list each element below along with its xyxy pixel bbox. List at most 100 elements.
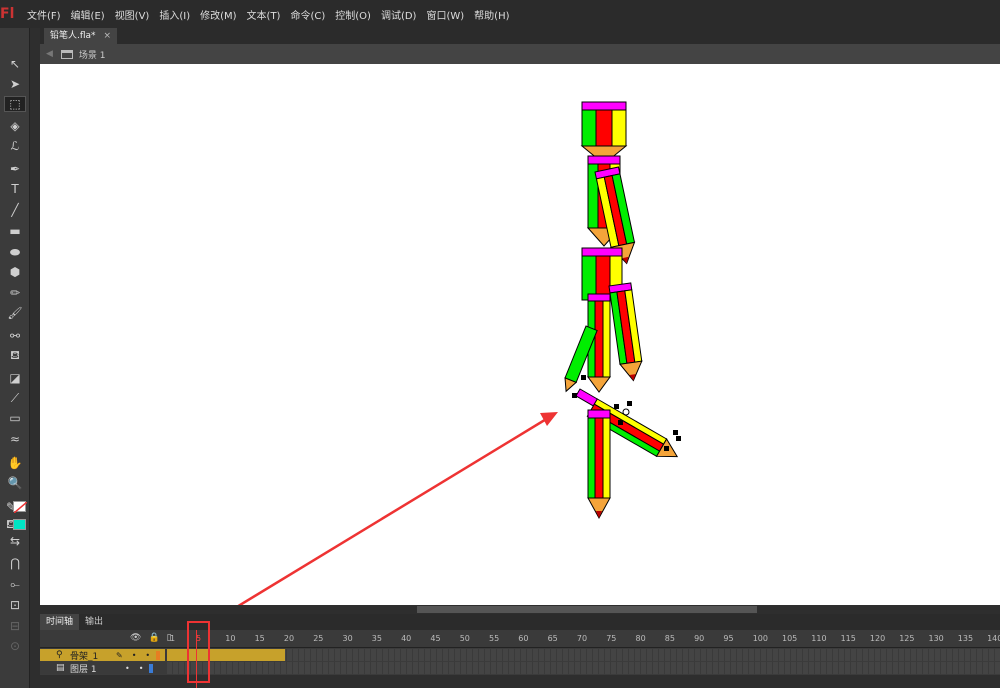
- foot-pencil: [587, 409, 611, 520]
- tab-output[interactable]: 输出: [79, 614, 109, 630]
- lock-dot[interactable]: •: [145, 651, 150, 660]
- edit-bar: ◀ 场景 1: [40, 44, 1000, 64]
- eye-icon[interactable]: 👁: [130, 633, 141, 643]
- rectangle-tool-icon[interactable]: ▬: [7, 223, 23, 239]
- lock-dot[interactable]: •: [139, 664, 144, 673]
- timeline-footer: [40, 675, 1000, 688]
- panel-gap: [30, 28, 40, 688]
- ruler-tick: 125: [899, 634, 915, 643]
- snap-magnet-icon[interactable]: ⋂: [7, 555, 23, 571]
- scrollbar-thumb[interactable]: [417, 606, 757, 613]
- ink-bottle-tool-icon[interactable]: ◪: [7, 370, 23, 386]
- disabled-tool-icon-2: ⊙: [9, 639, 21, 653]
- menu-item[interactable]: 窗口(W): [421, 7, 469, 22]
- layer-header-icons: 👁 🔒 ▯: [130, 633, 172, 643]
- menu-item[interactable]: 编辑(E): [66, 7, 110, 22]
- menu-item[interactable]: 控制(O): [330, 7, 376, 22]
- visibility-dot[interactable]: •: [132, 651, 137, 660]
- 3d-rotation-tool-icon[interactable]: ◈: [7, 118, 23, 134]
- ruler-tick: 80: [635, 634, 646, 643]
- straighten-icon[interactable]: ⊡: [7, 597, 23, 613]
- rotation-pivot: [622, 408, 630, 416]
- lower-arm-pencil: [608, 282, 643, 382]
- layer-icon: ▤: [56, 663, 65, 673]
- pencil-tool-icon[interactable]: ✏: [7, 285, 23, 301]
- menu-item[interactable]: 文本(T): [242, 7, 286, 22]
- polystar-tool-icon[interactable]: ⬢: [7, 264, 23, 280]
- layer-frames[interactable]: [167, 662, 1000, 674]
- menu-item[interactable]: 视图(V): [110, 7, 155, 22]
- brush-tool-icon[interactable]: 🖌: [7, 305, 23, 321]
- text-tool-icon[interactable]: T: [7, 181, 23, 197]
- layer-frames[interactable]: [167, 649, 1000, 661]
- menu-item[interactable]: 调试(D): [376, 7, 422, 22]
- menu-items: 文件(F) 编辑(E) 视图(V) 插入(I) 修改(M) 文本(T) 命令(C) 控制(O)…: [22, 7, 515, 22]
- timeline-ruler[interactable]: 👁 🔒 ▯ 1 5 10 15 20 25 30 35 40 45 50 55 60 65 70 75 80 85…: [40, 630, 1000, 648]
- line-tool-icon[interactable]: ╱: [7, 202, 23, 218]
- ruler-tick: 50: [459, 634, 470, 643]
- ruler-tick: 135: [957, 634, 974, 643]
- tab-timeline[interactable]: 时间轴: [40, 614, 80, 630]
- ruler-tick: 115: [840, 634, 856, 643]
- stage[interactable]: [40, 64, 1000, 605]
- pose-span[interactable]: [167, 649, 285, 661]
- layer-row[interactable]: ⚲ 骨架_1 ✎ • •: [40, 649, 1000, 662]
- pencil-icon: ✎: [116, 650, 123, 660]
- menu-item[interactable]: 插入(I): [154, 7, 195, 22]
- layer-name: 骨架_1: [70, 651, 99, 662]
- stroke-color-swatch[interactable]: [13, 501, 27, 513]
- lasso-tool-icon[interactable]: ℒ: [7, 138, 23, 154]
- menu-item[interactable]: 帮助(H): [469, 7, 514, 22]
- ruler-tick: 130: [928, 634, 944, 643]
- armature-icon: ⚲: [56, 650, 63, 660]
- hand-tool-icon[interactable]: ✋: [7, 455, 23, 471]
- ruler-tick: 90: [694, 634, 705, 643]
- fill-color-swatch[interactable]: [13, 519, 26, 530]
- document-tabs: 铅笔人.fla* ×: [40, 28, 1000, 44]
- smooth-icon[interactable]: ⟜: [7, 576, 23, 592]
- stage-scrollbar[interactable]: [40, 605, 1000, 614]
- zoom-tool-icon[interactable]: 🔍: [7, 475, 23, 491]
- ruler-tick: 10: [225, 634, 236, 643]
- app-logo: Fl: [0, 6, 15, 22]
- layer-row[interactable]: ▤ 图层 1 • •: [40, 662, 1000, 675]
- subselection-tool-icon[interactable]: ➤: [7, 76, 23, 92]
- scene-icon: [60, 49, 73, 59]
- selection-tool-icon[interactable]: ↖: [7, 56, 23, 72]
- head-pencil: [580, 101, 628, 165]
- layer-name: 图层 1: [70, 664, 97, 675]
- ruler-tick: 85: [664, 634, 675, 643]
- pen-tool-icon[interactable]: ✒: [7, 161, 23, 177]
- panel-tabs: 时间轴 输出: [40, 614, 1000, 630]
- eyedropper-tool-icon[interactable]: ⟋: [7, 390, 23, 406]
- close-icon[interactable]: ×: [104, 28, 112, 44]
- document-tab-title: 铅笔人.fla*: [50, 31, 96, 41]
- ruler-tick: 55: [489, 634, 500, 643]
- swap-colors-icon[interactable]: ⇆: [7, 533, 23, 549]
- ruler-tick: 20: [283, 634, 295, 643]
- ruler-tick: 1: [170, 634, 176, 643]
- ruler-tick: 95: [723, 634, 734, 643]
- menu-item[interactable]: 命令(C): [285, 7, 330, 22]
- document-tab[interactable]: 铅笔人.fla* ×: [44, 28, 118, 44]
- back-arrow-icon[interactable]: ◀: [46, 49, 53, 59]
- lock-icon[interactable]: 🔒: [148, 633, 159, 643]
- layer-name-area[interactable]: ⚲ 骨架_1 ✎ • •: [40, 649, 165, 662]
- ruler-tick: 75: [606, 634, 617, 643]
- pencil-man-drawing[interactable]: [40, 64, 1000, 605]
- bone-tool-icon[interactable]: ⚯: [7, 328, 23, 344]
- ruler-tick: 120: [869, 634, 886, 643]
- ruler-tick: 35: [371, 634, 382, 643]
- width-tool-icon[interactable]: ≈: [7, 431, 23, 447]
- menu-item[interactable]: 文件(F): [22, 7, 66, 22]
- paint-bucket-tool-icon[interactable]: ⛾: [7, 348, 23, 364]
- layer-color-swatch: [149, 663, 154, 673]
- layer-name-area[interactable]: ▤ 图层 1 • •: [40, 662, 165, 675]
- ruler-tick: 15: [254, 634, 265, 643]
- eraser-tool-icon[interactable]: ▭: [7, 410, 23, 426]
- free-transform-tool-icon[interactable]: ⬚: [4, 96, 26, 112]
- menu-item[interactable]: 修改(M): [195, 7, 241, 22]
- tools-panel: ↖ ➤ ⬚ ◈ ℒ ✒ T ╱ ▬ ⬬ ⬢ ✏ 🖌 ⚯ ⛾ ◪ ⟋ ▭ ≈ ✋ …: [0, 28, 30, 688]
- oval-tool-icon[interactable]: ⬬: [7, 244, 23, 260]
- visibility-dot[interactable]: •: [125, 664, 130, 673]
